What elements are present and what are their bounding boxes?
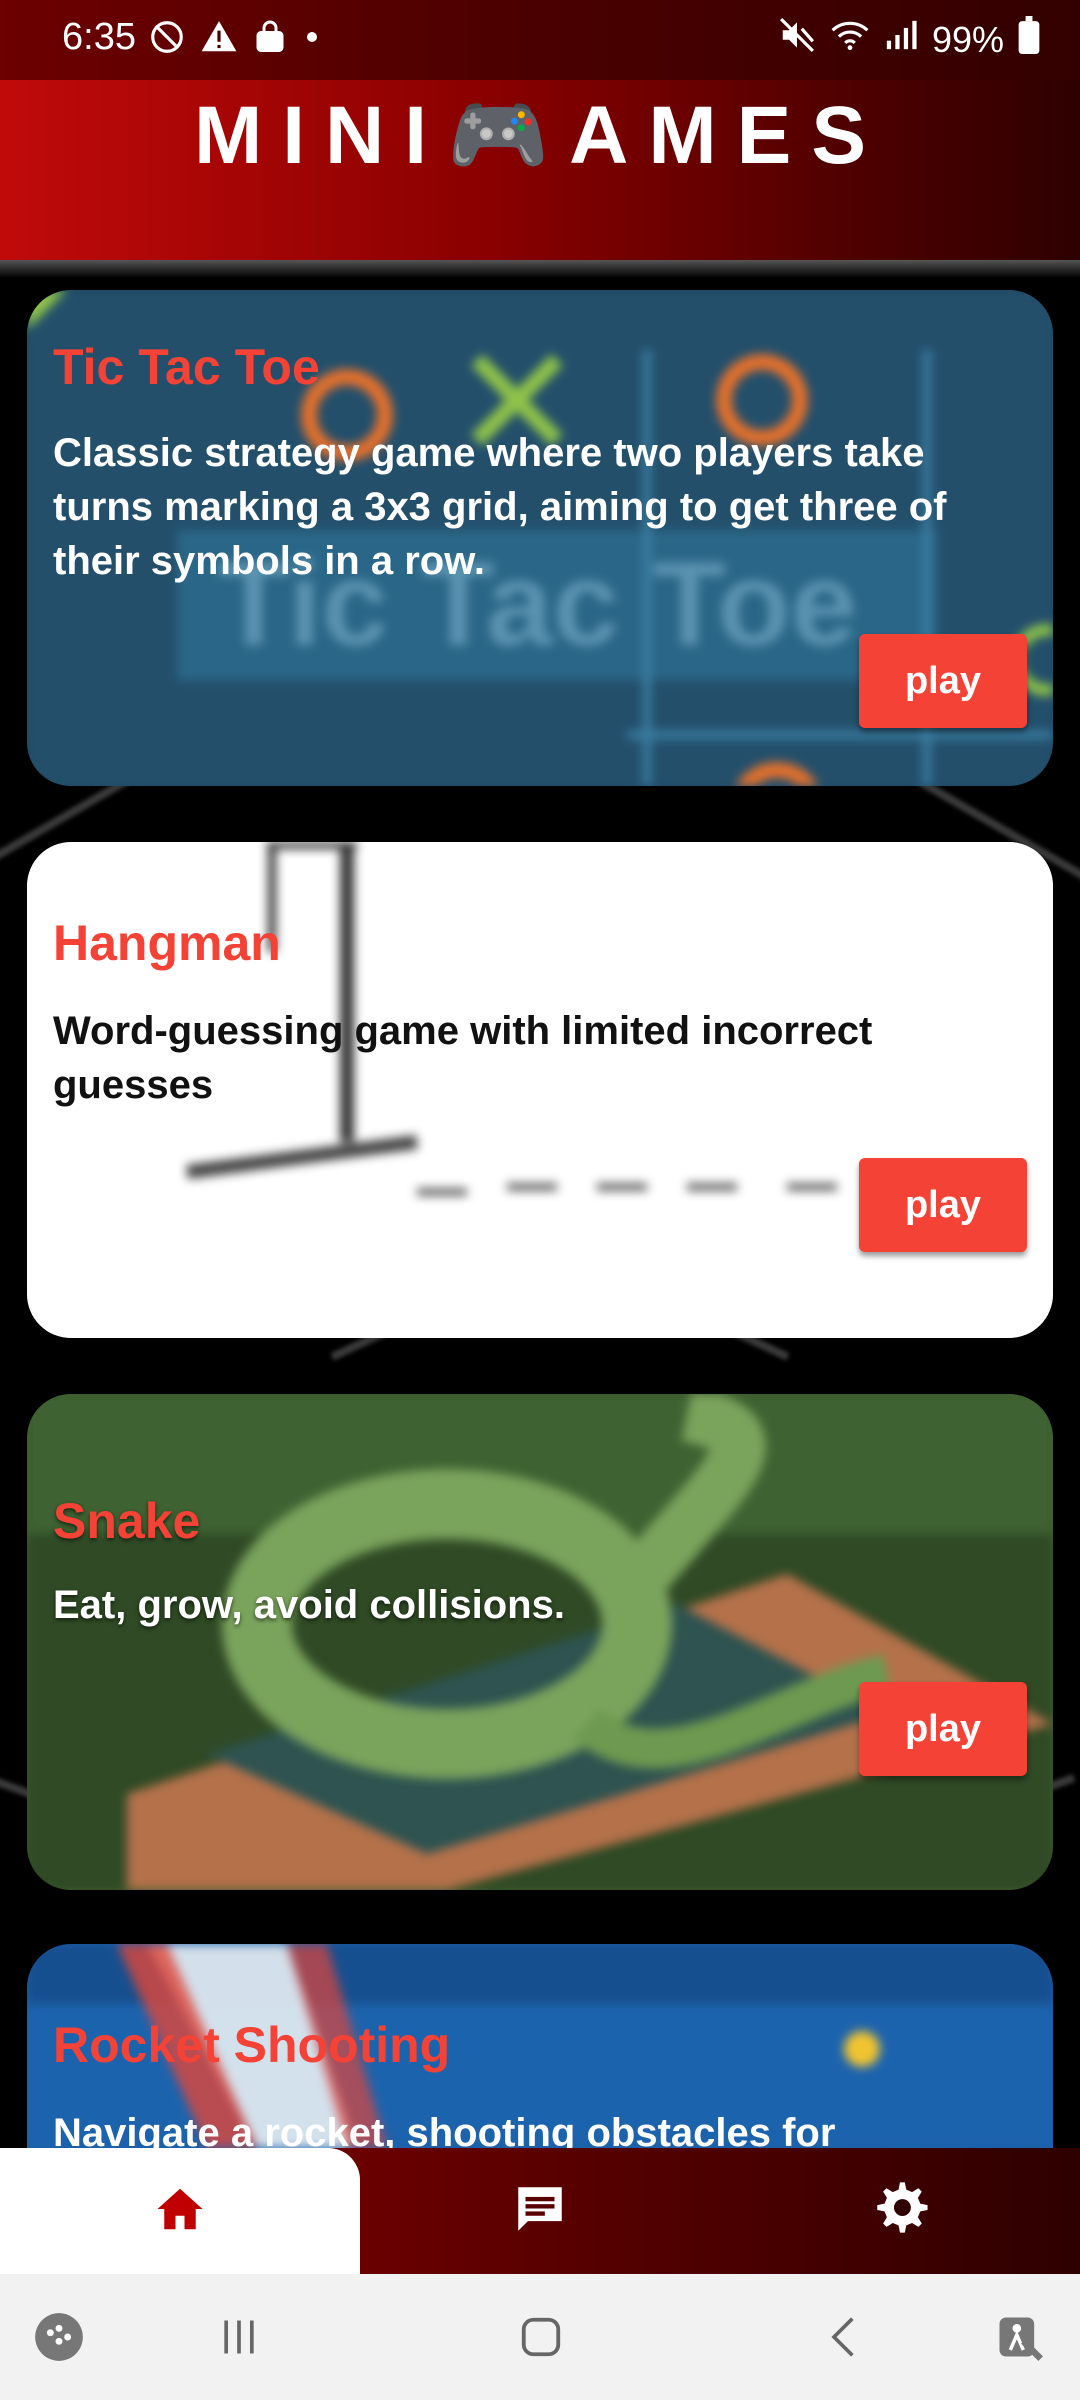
bottom-nav xyxy=(0,2148,1080,2274)
game-card-tic-tac-toe: Tic Tac Toe Tic Tac Toe Classic strategy… xyxy=(27,290,1053,786)
battery-text: 99% xyxy=(931,18,1004,60)
dot-icon xyxy=(302,27,322,52)
card-title: Snake xyxy=(53,1493,201,1549)
app-header: MINI🎮AMES xyxy=(0,80,1080,260)
signal-icon xyxy=(884,18,918,61)
status-right: 99% xyxy=(778,16,1040,63)
chat-icon xyxy=(511,2180,569,2243)
play-button-tic-tac-toe[interactable]: play xyxy=(859,634,1027,728)
accessibility-icon[interactable] xyxy=(984,2302,1054,2372)
wifi-icon xyxy=(830,16,870,63)
card-title: Tic Tac Toe xyxy=(53,339,320,395)
gear-icon xyxy=(871,2180,929,2243)
system-nav-bar xyxy=(0,2274,1080,2400)
status-left-icons xyxy=(148,18,322,61)
play-button-snake[interactable]: play xyxy=(859,1682,1027,1776)
warning-icon xyxy=(200,18,238,61)
shopping-bag-icon xyxy=(252,19,288,60)
snake-background-art xyxy=(27,1394,1053,1890)
card-title: Hangman xyxy=(53,915,281,971)
mute-icon xyxy=(778,16,816,63)
play-button-hangman[interactable]: play xyxy=(859,1158,1027,1252)
game-card-hangman: Hangman Word-guessing game with limited … xyxy=(27,842,1053,1338)
back-icon[interactable] xyxy=(810,2302,880,2372)
recents-icon[interactable] xyxy=(204,2302,274,2372)
game-card-snake: Snake Eat, grow, avoid collisions. play xyxy=(27,1394,1053,1890)
nav-home-tab[interactable] xyxy=(0,2148,360,2274)
home-button-icon[interactable] xyxy=(506,2302,576,2372)
card-description: Navigate a rocket, shooting obstacles fo… xyxy=(53,2111,836,2148)
status-time: 6:35 xyxy=(62,16,136,58)
no-camera-icon xyxy=(148,18,186,61)
header-divider xyxy=(0,260,1080,278)
card-description: Eat, grow, avoid collisions. xyxy=(53,1583,565,1627)
card-title: Rocket Shooting xyxy=(53,2017,451,2073)
card-description: Word-guessing game with limited incorrec… xyxy=(53,1009,873,1107)
nav-chat-tab[interactable] xyxy=(360,2148,720,2274)
home-icon xyxy=(153,2182,207,2241)
nav-settings-tab[interactable] xyxy=(720,2148,1080,2274)
app-title: MINI🎮AMES xyxy=(193,90,887,181)
status-bar: 6:35 99% xyxy=(0,0,1080,80)
game-launcher-icon[interactable] xyxy=(24,2302,94,2372)
game-card-rocket-shooting: Rocket Shooting Navigate a rocket, shoot… xyxy=(27,1944,1053,2148)
card-description: Classic strategy game where two players … xyxy=(53,431,947,583)
battery-icon xyxy=(1018,16,1040,63)
